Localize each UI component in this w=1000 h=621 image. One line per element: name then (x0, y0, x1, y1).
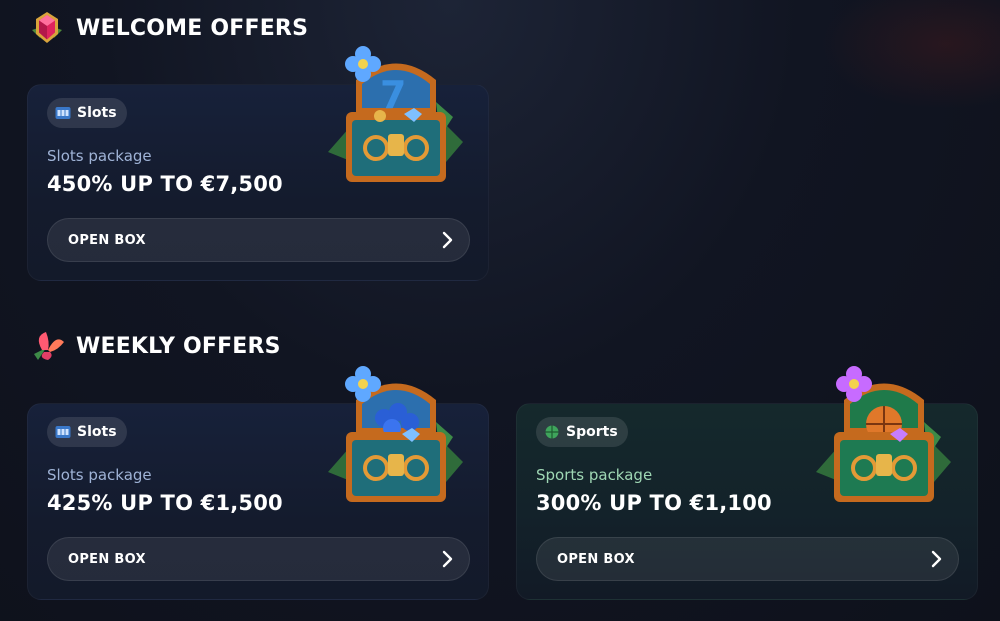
background-decoration (820, 0, 1000, 110)
package-label: Slots package (47, 466, 152, 484)
chevron-right-icon (928, 550, 944, 568)
chevron-right-icon (439, 550, 455, 568)
treasure-chest-blue-gems-illustration (318, 362, 473, 512)
badge-label: Sports (566, 424, 618, 440)
slot-machine-icon (55, 425, 71, 439)
open-box-button[interactable]: OPEN BOX (47, 537, 470, 581)
sports-ball-icon (544, 425, 560, 439)
treasure-chest-slots-illustration: 7 (318, 42, 473, 192)
slot-machine-icon (55, 106, 71, 120)
open-box-button[interactable]: OPEN BOX (47, 218, 470, 262)
chevron-right-icon (439, 231, 455, 249)
offer-headline: 450% UP TO €7,500 (47, 172, 283, 196)
badge-label: Slots (77, 105, 117, 121)
treasure-chest-basketball-illustration (806, 362, 961, 512)
package-label: Sports package (536, 466, 653, 484)
badge-label: Slots (77, 424, 117, 440)
slots-badge: Slots (47, 417, 127, 447)
open-box-button[interactable]: OPEN BOX (536, 537, 959, 581)
sports-badge: Sports (536, 417, 628, 447)
welcome-offers-title: WELCOME OFFERS (76, 15, 309, 41)
weekly-offers-heading: WEEKLY OFFERS (28, 328, 281, 364)
offer-headline: 300% UP TO €1,100 (536, 491, 772, 515)
gem-icon (28, 10, 66, 46)
open-box-label: OPEN BOX (68, 551, 146, 567)
welcome-offers-heading: WELCOME OFFERS (28, 10, 308, 46)
open-box-label: OPEN BOX (557, 551, 635, 567)
svg-text:7: 7 (380, 73, 406, 117)
weekly-offers-title: WEEKLY OFFERS (76, 333, 281, 359)
offer-headline: 425% UP TO €1,500 (47, 491, 283, 515)
flower-icon (28, 328, 66, 364)
package-label: Slots package (47, 147, 152, 165)
open-box-label: OPEN BOX (68, 232, 146, 248)
slots-badge: Slots (47, 98, 127, 128)
